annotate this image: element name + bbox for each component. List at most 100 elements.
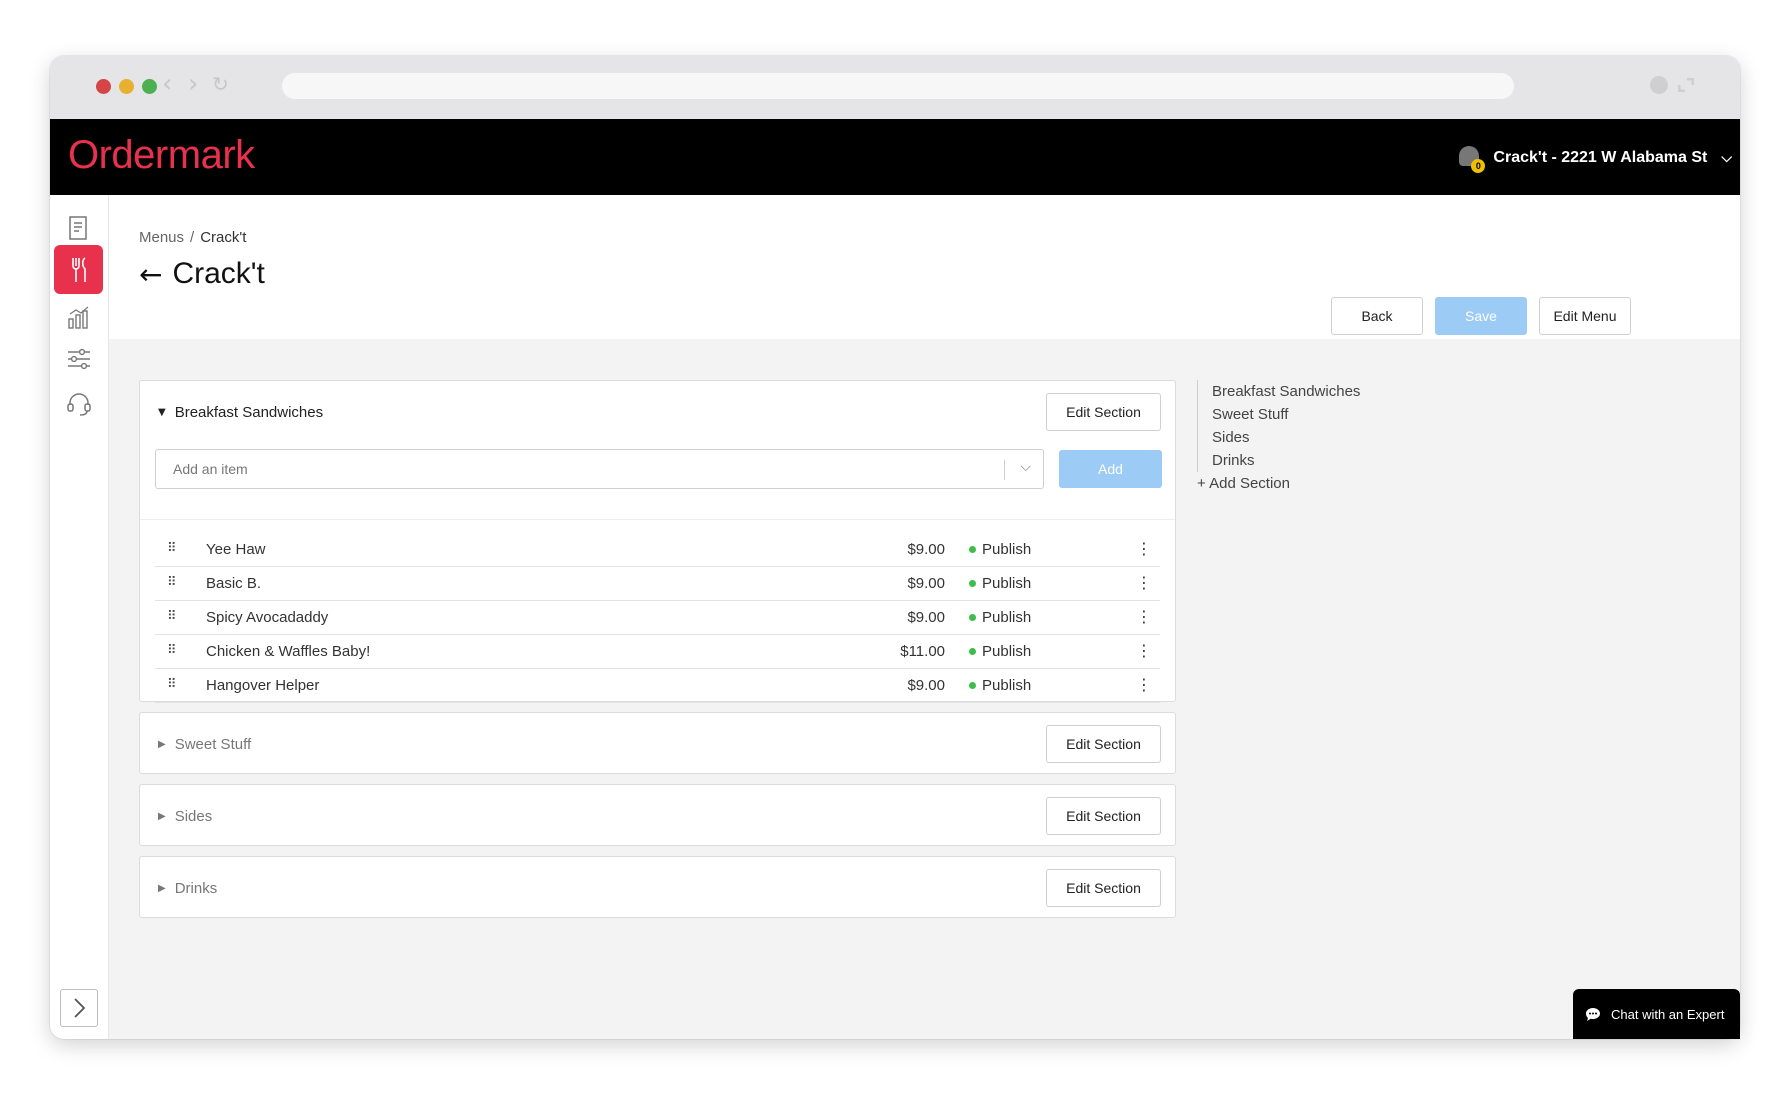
sliders-icon <box>67 348 90 369</box>
item-status: Publish <box>969 643 1031 660</box>
notification-bell-icon[interactable]: 0 <box>1457 145 1486 173</box>
sidebar-item-settings[interactable] <box>54 334 103 383</box>
ordermark-logo[interactable]: Ordermark <box>68 133 255 178</box>
fork-knife-icon <box>71 256 86 282</box>
edit-section-button[interactable]: Edit Section <box>1046 725 1161 763</box>
add-section-link[interactable]: + Add Section <box>1197 472 1360 495</box>
back-arrow-icon[interactable]: ← <box>139 258 162 291</box>
menu-item-row[interactable]: ⠿ Spicy Avocadaddy $9.00 Publish ⋮ <box>155 601 1160 635</box>
outline-item[interactable]: Breakfast Sandwiches <box>1212 380 1360 403</box>
outline-item[interactable]: Sides <box>1212 426 1360 449</box>
chevron-down-icon[interactable]: ⌵ <box>1020 459 1031 475</box>
item-price: $11.00 <box>900 643 945 660</box>
edit-menu-button[interactable]: Edit Menu <box>1539 297 1631 335</box>
drag-handle-icon[interactable]: ⠿ <box>167 575 177 591</box>
item-status: Publish <box>969 677 1031 694</box>
more-options-icon[interactable]: ⋮ <box>1136 539 1152 558</box>
caret-right-icon: ▶ <box>158 882 166 894</box>
receipt-icon <box>68 215 87 240</box>
address-bar[interactable] <box>282 73 1514 99</box>
browser-chrome: ‹ › ↻ <box>50 56 1740 119</box>
chat-bubble-icon <box>1586 1007 1600 1021</box>
section-header[interactable]: ▶ Sides <box>158 785 212 847</box>
drag-handle-icon[interactable]: ⠿ <box>167 677 177 693</box>
add-item-button[interactable]: Add <box>1059 450 1162 488</box>
reload-icon[interactable]: ↻ <box>212 72 229 96</box>
edit-section-button[interactable]: Edit Section <box>1046 869 1161 907</box>
outline-item[interactable]: Drinks <box>1212 449 1360 472</box>
chevron-right-icon <box>74 998 86 1018</box>
section-header[interactable]: ▶ Drinks <box>158 857 217 919</box>
menu-item-row[interactable]: ⠿ Basic B. $9.00 Publish ⋮ <box>155 567 1160 601</box>
breadcrumb-current: Crack't <box>200 229 247 246</box>
download-icon[interactable] <box>1650 76 1668 94</box>
chat-label: Chat with an Expert <box>1611 1006 1725 1022</box>
status-dot-icon <box>969 546 976 553</box>
caret-down-icon: ▼ <box>158 406 166 418</box>
back-nav-icon[interactable]: ‹ <box>162 69 172 99</box>
menu-section-breakfast-sandwiches: ▼ Breakfast Sandwiches Edit Section Add … <box>139 380 1176 703</box>
status-dot-icon <box>969 614 976 621</box>
save-button[interactable]: Save <box>1435 297 1527 335</box>
minimize-window-button[interactable] <box>119 79 134 94</box>
menu-item-row[interactable]: ⠿ Yee Haw $9.00 Publish ⋮ <box>155 533 1160 567</box>
sidebar <box>50 195 109 1039</box>
drag-handle-icon[interactable]: ⠿ <box>167 609 177 625</box>
item-price: $9.00 <box>907 677 945 694</box>
menu-item-row[interactable]: ⠿ Hangover Helper $9.00 Publish ⋮ <box>155 669 1160 703</box>
menu-section-drinks: ▶ Drinks Edit Section <box>139 856 1176 918</box>
forward-nav-icon[interactable]: › <box>188 69 198 99</box>
item-price: $9.00 <box>907 541 945 558</box>
close-window-button[interactable] <box>96 79 111 94</box>
outline-item[interactable]: Sweet Stuff <box>1212 403 1360 426</box>
section-header[interactable]: ▶ Sweet Stuff <box>158 713 251 775</box>
item-price: $9.00 <box>907 609 945 626</box>
chat-with-expert-button[interactable]: Chat with an Expert <box>1573 989 1740 1039</box>
page-title-text: Crack't <box>172 257 265 290</box>
page-header: Menus / Crack't ← Crack't Back Save Edit M… <box>109 195 1740 339</box>
item-status: Publish <box>969 609 1031 626</box>
page-title: ← Crack't <box>139 257 265 291</box>
status-dot-icon <box>969 580 976 587</box>
headset-icon <box>66 392 91 416</box>
item-name: Chicken & Waffles Baby! <box>206 643 371 660</box>
caret-right-icon: ▶ <box>158 738 166 750</box>
more-options-icon[interactable]: ⋮ <box>1136 675 1152 694</box>
drag-handle-icon[interactable]: ⠿ <box>167 541 177 557</box>
store-selector[interactable]: 0 Crack't - 2221 W Alabama St ⌵ <box>1457 143 1732 173</box>
app-header: Ordermark 0 Crack't - 2221 W Alabama St … <box>50 119 1740 195</box>
expand-sidebar-button[interactable] <box>60 989 98 1027</box>
chevron-down-icon: ⌵ <box>1721 150 1732 166</box>
section-title: Sides <box>174 807 213 825</box>
more-options-icon[interactable]: ⋮ <box>1136 641 1152 660</box>
fullscreen-icon[interactable] <box>1678 78 1694 92</box>
item-name: Basic B. <box>206 575 262 592</box>
add-item-input[interactable]: Add an item ⌵ <box>155 449 1044 489</box>
breadcrumb: Menus / Crack't <box>139 229 247 246</box>
store-name: Crack't - 2221 W Alabama St <box>1493 149 1708 166</box>
notification-badge: 0 <box>1471 159 1486 173</box>
section-title: Breakfast Sandwiches <box>174 403 324 421</box>
more-options-icon[interactable]: ⋮ <box>1136 573 1152 592</box>
main-content: Menus / Crack't ← Crack't Back Save Edit M… <box>109 195 1740 1039</box>
edit-section-button[interactable]: Edit Section <box>1046 393 1161 431</box>
breadcrumb-menus-link[interactable]: Menus <box>139 229 184 246</box>
maximize-window-button[interactable] <box>142 79 157 94</box>
caret-right-icon: ▶ <box>158 810 166 822</box>
sidebar-item-menus[interactable] <box>54 245 103 294</box>
edit-section-button[interactable]: Edit Section <box>1046 797 1161 835</box>
menu-item-row[interactable]: ⠿ Chicken & Waffles Baby! $11.00 Publish… <box>155 635 1160 669</box>
item-status: Publish <box>969 575 1031 592</box>
section-title: Drinks <box>174 879 218 897</box>
sidebar-item-support[interactable] <box>54 379 103 428</box>
item-name: Spicy Avocadaddy <box>206 609 329 626</box>
drag-handle-icon[interactable]: ⠿ <box>167 643 177 659</box>
back-button[interactable]: Back <box>1331 297 1423 335</box>
status-dot-icon <box>969 648 976 655</box>
item-status: Publish <box>969 541 1031 558</box>
section-header[interactable]: ▼ Breakfast Sandwiches <box>158 381 323 443</box>
bar-chart-icon <box>67 306 88 329</box>
item-name: Yee Haw <box>206 541 266 558</box>
more-options-icon[interactable]: ⋮ <box>1136 607 1152 626</box>
menu-section-sweet-stuff: ▶ Sweet Stuff Edit Section <box>139 712 1176 774</box>
